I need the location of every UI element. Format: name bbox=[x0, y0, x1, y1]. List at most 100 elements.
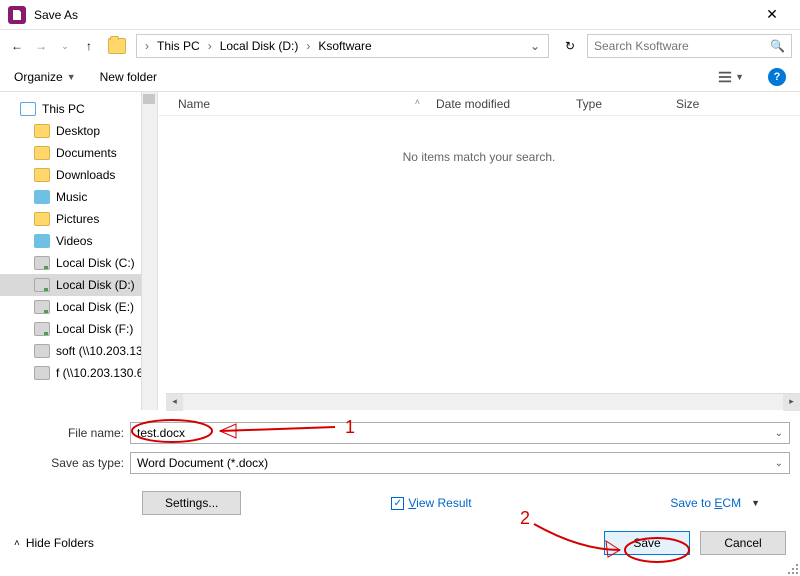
mon-icon bbox=[20, 102, 36, 116]
settings-button[interactable]: Settings... bbox=[142, 491, 241, 515]
tree-item-label: Local Disk (F:) bbox=[56, 322, 133, 336]
tree-item-label: Music bbox=[56, 190, 87, 204]
app-icon bbox=[8, 6, 26, 24]
view-icon bbox=[718, 70, 732, 84]
nav-bar: ← → ⌄ ↑ › This PC › Local Disk (D:) › Ks… bbox=[0, 30, 800, 62]
tree-item-label: Documents bbox=[56, 146, 117, 160]
net-icon bbox=[34, 366, 50, 380]
tree-item-label: Local Disk (E:) bbox=[56, 300, 134, 314]
tree-item[interactable]: Music bbox=[0, 186, 157, 208]
filename-field[interactable]: ⌄ bbox=[130, 422, 790, 444]
checkbox-icon: ✓ bbox=[391, 497, 404, 510]
tree-item-label: This PC bbox=[42, 102, 85, 116]
tree-item-label: Pictures bbox=[56, 212, 99, 226]
chevron-down-icon[interactable]: ⌄ bbox=[775, 458, 783, 469]
tree-item[interactable]: Documents bbox=[0, 142, 157, 164]
horizontal-scrollbar[interactable]: ◂ ▸ bbox=[166, 393, 800, 410]
tree-item-label: Local Disk (C:) bbox=[56, 256, 135, 270]
col-date[interactable]: Date modified bbox=[428, 97, 568, 111]
forward-button[interactable]: → bbox=[32, 39, 50, 53]
tree-item[interactable]: Pictures bbox=[0, 208, 157, 230]
savetype-value: Word Document (*.docx) bbox=[137, 456, 775, 470]
tree-item[interactable]: Videos bbox=[0, 230, 157, 252]
save-button[interactable]: Save bbox=[604, 531, 690, 555]
chevron-right-icon: › bbox=[302, 39, 314, 53]
hide-folders-button[interactable]: ˄ Hide Folders bbox=[14, 536, 94, 550]
tree-item[interactable]: Downloads bbox=[0, 164, 157, 186]
drive-icon bbox=[34, 256, 50, 270]
folder-icon bbox=[34, 168, 50, 182]
tree-item[interactable]: This PC bbox=[0, 98, 157, 120]
up-button[interactable]: ↑ bbox=[80, 39, 98, 53]
title-bar: Save As ✕ bbox=[0, 0, 800, 30]
tree-item[interactable]: Local Disk (D:) bbox=[0, 274, 157, 296]
search-box[interactable]: 🔍 bbox=[587, 34, 792, 58]
col-name[interactable]: Name ˄ bbox=[158, 97, 428, 111]
save-to-ecm-label: Save to ECM bbox=[670, 496, 741, 510]
search-input[interactable] bbox=[594, 39, 770, 53]
file-list[interactable]: Name ˄ Date modified Type Size No items … bbox=[158, 92, 800, 410]
col-size[interactable]: Size bbox=[668, 97, 800, 111]
chevron-right-icon: › bbox=[204, 39, 216, 53]
filename-input[interactable] bbox=[137, 426, 775, 440]
search-icon: 🔍 bbox=[770, 39, 785, 53]
video-icon bbox=[34, 234, 50, 248]
tree-item-label: Desktop bbox=[56, 124, 100, 138]
tree-item-label: f (\\10.203.130.6) bbox=[56, 366, 147, 380]
save-to-ecm-button[interactable]: Save to ECM ▼ bbox=[670, 496, 760, 510]
chevron-down-icon[interactable]: ⌄ bbox=[775, 428, 783, 439]
resize-grip[interactable] bbox=[786, 562, 798, 574]
close-button[interactable]: ✕ bbox=[752, 6, 792, 23]
tree-item[interactable]: Local Disk (E:) bbox=[0, 296, 157, 318]
scroll-right-icon[interactable]: ▸ bbox=[783, 394, 800, 411]
help-button[interactable]: ? bbox=[768, 68, 786, 86]
view-result-label: VView Resultiew Result bbox=[408, 496, 471, 510]
breadcrumb-part[interactable]: Local Disk (D:) bbox=[216, 39, 303, 53]
view-result-checkbox[interactable]: ✓ VView Resultiew Result bbox=[391, 496, 471, 510]
folder-icon bbox=[34, 146, 50, 160]
organize-label: Organize bbox=[14, 70, 63, 84]
filename-label: File name: bbox=[10, 426, 130, 440]
tree-item-label: Videos bbox=[56, 234, 92, 248]
tree-item-label: Downloads bbox=[56, 168, 115, 182]
breadcrumb-part[interactable]: Ksoftware bbox=[314, 39, 375, 53]
scroll-left-icon[interactable]: ◂ bbox=[166, 394, 183, 411]
recent-dropdown[interactable]: ⌄ bbox=[56, 41, 74, 52]
view-options-button[interactable]: ▼ bbox=[718, 70, 744, 84]
savetype-field[interactable]: Word Document (*.docx) ⌄ bbox=[130, 452, 790, 474]
column-headers[interactable]: Name ˄ Date modified Type Size bbox=[158, 92, 800, 116]
breadcrumb-dropdown-icon[interactable]: ⌄ bbox=[526, 39, 544, 53]
form-area: File name: ⌄ Save as type: Word Document… bbox=[0, 410, 800, 520]
new-folder-button[interactable]: New folder bbox=[100, 70, 157, 84]
folder-tree[interactable]: This PC Desktop Documents Downloads Music Pic… bbox=[0, 92, 158, 410]
drive-icon bbox=[34, 300, 50, 314]
tree-item-label: Local Disk (D:) bbox=[56, 278, 135, 292]
tree-item[interactable]: f (\\10.203.130.6) bbox=[0, 362, 157, 384]
breadcrumb[interactable]: › This PC › Local Disk (D:) › Ksoftware … bbox=[136, 34, 549, 58]
tree-item[interactable]: Local Disk (C:) bbox=[0, 252, 157, 274]
footer: ˄ Hide Folders Save Cancel bbox=[0, 520, 800, 566]
media-icon bbox=[34, 190, 50, 204]
drive-icon bbox=[34, 278, 50, 292]
drive-icon bbox=[34, 322, 50, 336]
back-button[interactable]: ← bbox=[8, 39, 26, 53]
window-title: Save As bbox=[34, 8, 752, 22]
folder-icon bbox=[34, 212, 50, 226]
refresh-button[interactable]: ↻ bbox=[559, 39, 581, 53]
tree-scrollbar[interactable] bbox=[141, 92, 157, 410]
chevron-down-icon: ▼ bbox=[735, 72, 744, 82]
organize-menu[interactable]: Organize ▼ bbox=[14, 70, 76, 84]
col-type[interactable]: Type bbox=[568, 97, 668, 111]
tree-item-label: soft (\\10.203.130 bbox=[56, 344, 149, 358]
savetype-label: Save as type: bbox=[10, 456, 130, 470]
breadcrumb-part[interactable]: This PC bbox=[153, 39, 204, 53]
chevron-down-icon: ▼ bbox=[751, 498, 760, 508]
chevron-right-icon: › bbox=[141, 39, 153, 53]
tree-item[interactable]: soft (\\10.203.130 bbox=[0, 340, 157, 362]
empty-message: No items match your search. bbox=[158, 150, 800, 164]
tree-item[interactable]: Local Disk (F:) bbox=[0, 318, 157, 340]
sort-indicator-icon: ˄ bbox=[415, 97, 420, 111]
folder-icon bbox=[108, 38, 126, 54]
tree-item[interactable]: Desktop bbox=[0, 120, 157, 142]
cancel-button[interactable]: Cancel bbox=[700, 531, 786, 555]
